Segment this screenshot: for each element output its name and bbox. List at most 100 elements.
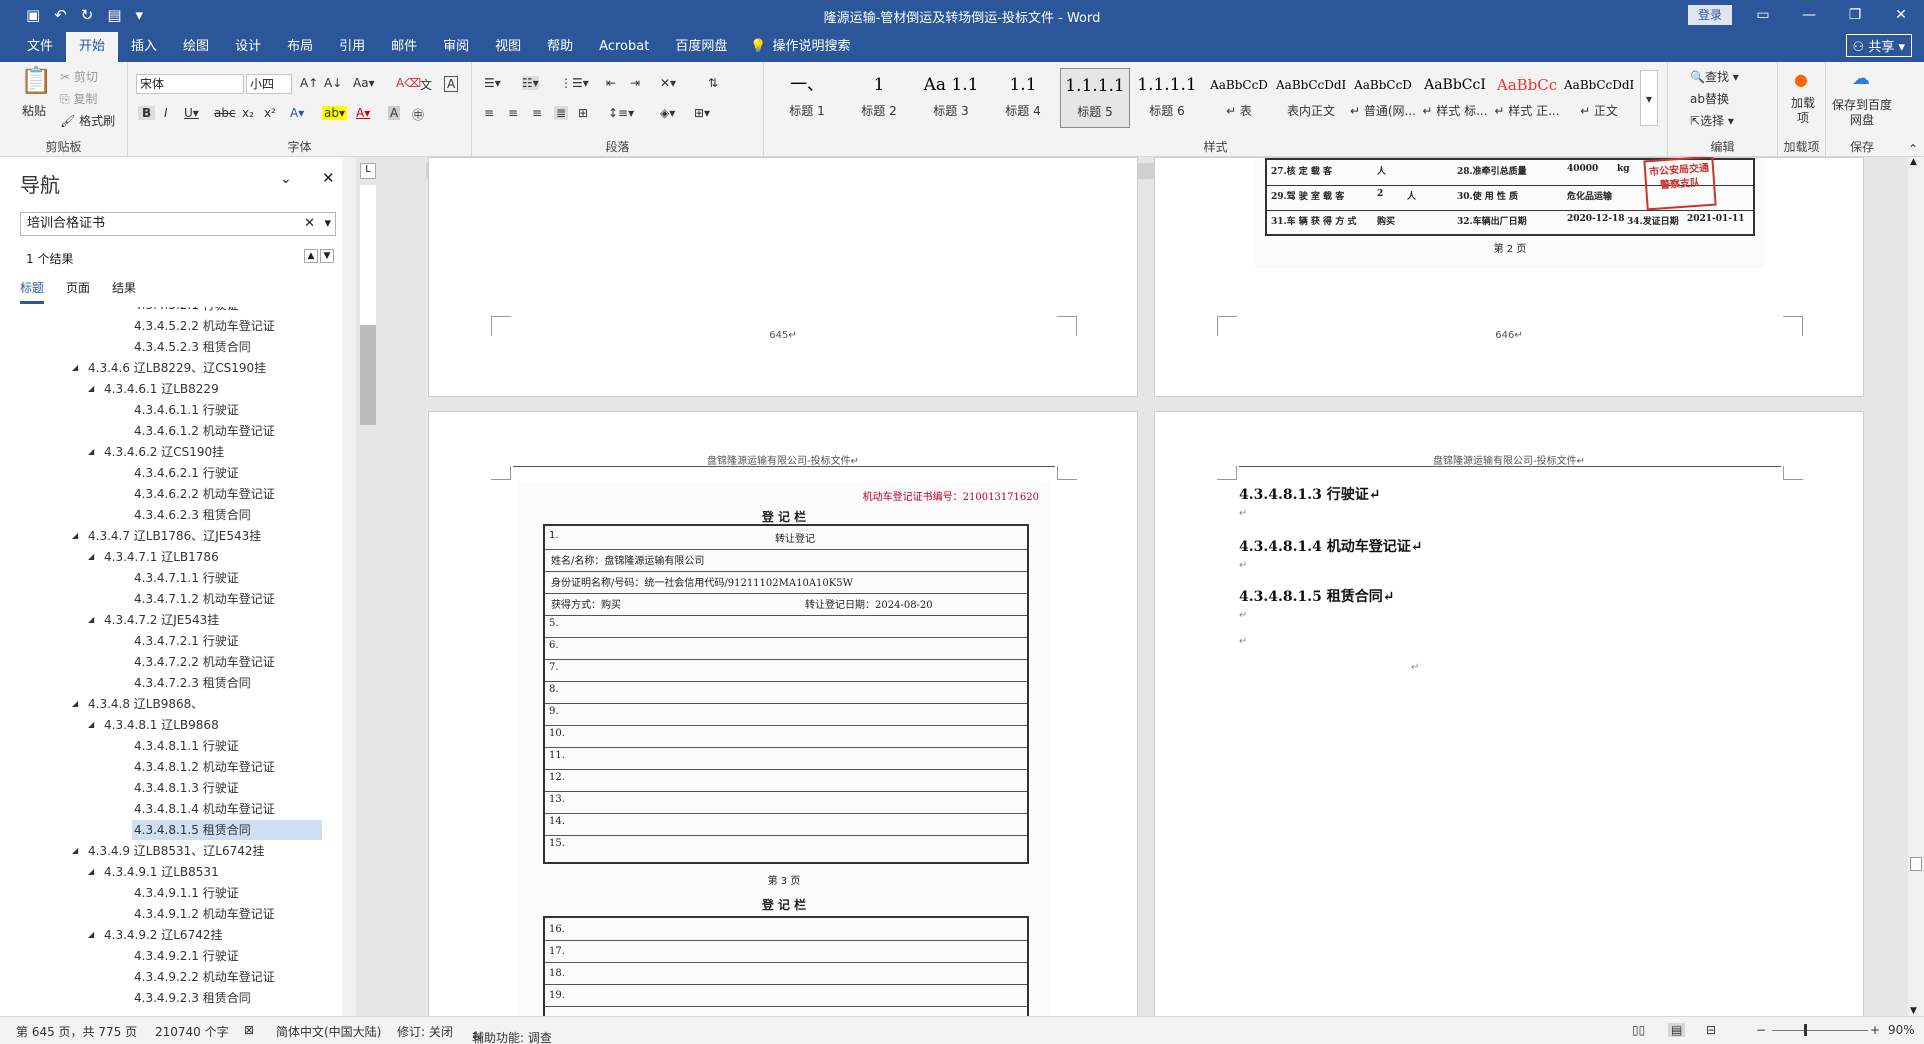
- superscript-icon[interactable]: x²: [264, 106, 276, 120]
- vertical-ruler[interactable]: [360, 185, 376, 425]
- nav-heading-item[interactable]: 4.3.4.8.1.2 机动车登记证: [134, 757, 275, 777]
- nav-tab-1[interactable]: 页面: [66, 279, 90, 304]
- numbering-icon[interactable]: ☷▾: [522, 76, 539, 90]
- style-item-2[interactable]: Aa 1.1 标题 3: [916, 68, 986, 128]
- nav-heading-item[interactable]: 4.3.4.5.2.2 机动车登记证: [134, 316, 275, 336]
- paste-button[interactable]: 粘贴: [22, 102, 46, 119]
- word-count[interactable]: 210740 个字: [155, 1023, 229, 1040]
- save-icon[interactable]: ▣: [26, 6, 40, 24]
- paste-icon[interactable]: 📋: [20, 66, 52, 96]
- nav-heading-item[interactable]: ◢ 4.3.4.6.1 辽LB8229: [88, 379, 219, 399]
- change-case-icon[interactable]: Aa▾: [353, 76, 375, 90]
- page-647[interactable]: 盘锦隆源运输有限公司-投标文件↵ 机动车登记证书编号：210013171620 …: [428, 411, 1138, 1016]
- proofing-icon[interactable]: ⊠: [244, 1023, 254, 1037]
- nav-heading-item[interactable]: 4.3.4.9.1.1 行驶证: [134, 883, 239, 903]
- undo-icon[interactable]: ↶: [54, 6, 67, 24]
- next-result-icon[interactable]: ▼: [320, 249, 334, 263]
- italic-icon[interactable]: I: [164, 106, 168, 120]
- style-item-8[interactable]: AaBbCcD ↵ 普通(网...: [1348, 68, 1418, 128]
- expand-collapse-icon[interactable]: ◢: [88, 442, 94, 462]
- multilevel-list-icon[interactable]: ⋮☰▾: [560, 76, 589, 90]
- minimize-icon[interactable]: —: [1786, 0, 1832, 30]
- char-border-icon[interactable]: A: [444, 76, 459, 92]
- tell-me-search[interactable]: 💡 操作说明搜索: [740, 32, 850, 62]
- replace-button[interactable]: ab替换: [1690, 90, 1729, 107]
- expand-collapse-icon[interactable]: ◢: [88, 610, 94, 630]
- select-button[interactable]: ⇱选择 ▾: [1690, 112, 1734, 129]
- text-effects-icon[interactable]: A▾: [290, 106, 304, 120]
- page-646[interactable]: 27.核 定 载 客人 28.准牵引总质量 40000 kg 29.驾 驶 室 载 客2…: [1154, 157, 1864, 397]
- collapse-ribbon-icon[interactable]: ⌃: [1908, 142, 1918, 156]
- nav-heading-item[interactable]: ◢ 4.3.4.7 辽LB1786、辽JE543挂: [72, 526, 261, 546]
- zoom-in-icon[interactable]: +: [1870, 1023, 1880, 1037]
- zoom-out-icon[interactable]: −: [1756, 1023, 1766, 1037]
- style-item-7[interactable]: AaBbCcDdI 表内正文: [1276, 68, 1346, 128]
- clear-format-icon[interactable]: A⌫: [396, 76, 421, 90]
- restore-icon[interactable]: ❐: [1832, 0, 1878, 30]
- nav-heading-item[interactable]: ◢ 4.3.4.7.2 辽JE543挂: [88, 610, 219, 630]
- nav-heading-item[interactable]: 4.3.4.9.2.2 机动车登记证: [134, 967, 275, 987]
- tab-3[interactable]: 绘图: [170, 32, 222, 62]
- page-count[interactable]: 第 645 页，共 775 页: [16, 1023, 137, 1040]
- expand-collapse-icon[interactable]: ◢: [72, 841, 78, 861]
- share-button[interactable]: ⚇ 共享 ▾: [1845, 34, 1912, 57]
- expand-collapse-icon[interactable]: ◢: [72, 694, 78, 714]
- sort-icon[interactable]: ⇅: [708, 76, 718, 90]
- nav-heading-item[interactable]: 4.3.4.6.2.1 行驶证: [134, 463, 239, 483]
- nav-tab-2[interactable]: 结果: [112, 279, 136, 304]
- nav-search-input[interactable]: 培训合格证书 ✕ ▾: [20, 212, 336, 236]
- nav-heading-item[interactable]: ◢ 4.3.4.9.2 辽L6742挂: [88, 925, 222, 945]
- nav-heading-item[interactable]: ◢ 4.3.4.7.1 辽LB1786: [88, 547, 219, 567]
- justify-icon[interactable]: ≣: [554, 106, 569, 120]
- font-size-select[interactable]: 小四: [246, 74, 292, 94]
- font-color-icon[interactable]: A▾: [356, 106, 370, 120]
- nav-heading-item[interactable]: 4.3.4.8.1.1 行驶证: [134, 736, 239, 756]
- nav-heading-item[interactable]: 4.3.4.9.2.1 行驶证: [134, 946, 239, 966]
- pinyin-icon[interactable]: 文: [420, 76, 432, 93]
- nav-heading-item[interactable]: 4.3.4.7.2.1 行驶证: [134, 631, 239, 651]
- strikethrough-icon[interactable]: abc: [214, 106, 236, 120]
- tab-6[interactable]: 引用: [326, 32, 378, 62]
- heading-driving-license[interactable]: 4.3.4.8.1.3 行驶证↵: [1239, 484, 1380, 504]
- align-center-icon[interactable]: ≡: [508, 106, 518, 120]
- enclose-char-icon[interactable]: ㊥: [412, 106, 424, 123]
- nav-heading-item[interactable]: 4.3.4.5.2.3 租赁合同: [134, 337, 251, 357]
- expand-collapse-icon[interactable]: ◢: [72, 526, 78, 546]
- nav-heading-item[interactable]: ◢ 4.3.4.8 辽LB9868、: [72, 694, 203, 714]
- login-button[interactable]: 登录: [1688, 5, 1732, 25]
- zoom-thumb[interactable]: [1804, 1024, 1807, 1036]
- nav-heading-item[interactable]: 4.3.4.5.2.1 行驶证: [134, 307, 239, 315]
- page-648[interactable]: 盘锦隆源运输有限公司-投标文件↵ 4.3.4.8.1.3 行驶证↵ ↵ 4.3.…: [1154, 411, 1864, 1016]
- page-645[interactable]: 645↵: [428, 157, 1138, 397]
- nav-heading-item[interactable]: 4.3.4.6.1.2 机动车登记证: [134, 421, 275, 441]
- cut-button[interactable]: ✂ 剪切: [60, 68, 98, 85]
- tab-12[interactable]: 百度网盘: [662, 32, 740, 62]
- expand-collapse-icon[interactable]: ◢: [88, 925, 94, 945]
- scroll-thumb[interactable]: [1910, 857, 1922, 871]
- font-name-select[interactable]: 宋体: [136, 74, 244, 94]
- addin-icon[interactable]: ●: [1794, 70, 1808, 89]
- clear-search-icon[interactable]: ✕: [304, 213, 315, 235]
- copy-button[interactable]: ⎘ 复制: [60, 90, 97, 107]
- nav-scrollbar[interactable]: [343, 157, 356, 1016]
- nav-options-icon[interactable]: ⌄: [280, 171, 292, 187]
- distributed-icon[interactable]: ⊞: [578, 106, 588, 120]
- nav-heading-item[interactable]: 4.3.4.8.1.5 租赁合同: [132, 820, 322, 840]
- nav-heading-item[interactable]: 4.3.4.9.2.3 租赁合同: [134, 988, 251, 1007]
- zoom-level[interactable]: 90%: [1888, 1023, 1915, 1037]
- style-item-11[interactable]: AaBbCcDdI ↵ 正文: [1564, 68, 1634, 128]
- scroll-up-icon[interactable]: ▲: [1910, 157, 1917, 167]
- style-item-0[interactable]: 一、 标题 1: [772, 68, 842, 128]
- style-item-6[interactable]: AaBbCcD ↵ 表: [1204, 68, 1274, 128]
- new-doc-icon[interactable]: ▤: [107, 6, 121, 24]
- style-item-1[interactable]: 1 标题 2: [844, 68, 914, 128]
- print-layout-icon[interactable]: ▤: [1668, 1023, 1686, 1037]
- nav-heading-item[interactable]: 4.3.4.7.1.1 行驶证: [134, 568, 239, 588]
- nav-heading-item[interactable]: 4.3.4.6.2.2 机动车登记证: [134, 484, 275, 504]
- expand-collapse-icon[interactable]: ◢: [88, 715, 94, 735]
- style-item-4[interactable]: 1.1.1.1 标题 5: [1060, 68, 1130, 128]
- bold-icon[interactable]: B: [138, 106, 156, 120]
- style-item-3[interactable]: 1.1 标题 4: [988, 68, 1058, 128]
- decrease-indent-icon[interactable]: ⇤: [606, 76, 616, 90]
- expand-collapse-icon[interactable]: ◢: [88, 862, 94, 882]
